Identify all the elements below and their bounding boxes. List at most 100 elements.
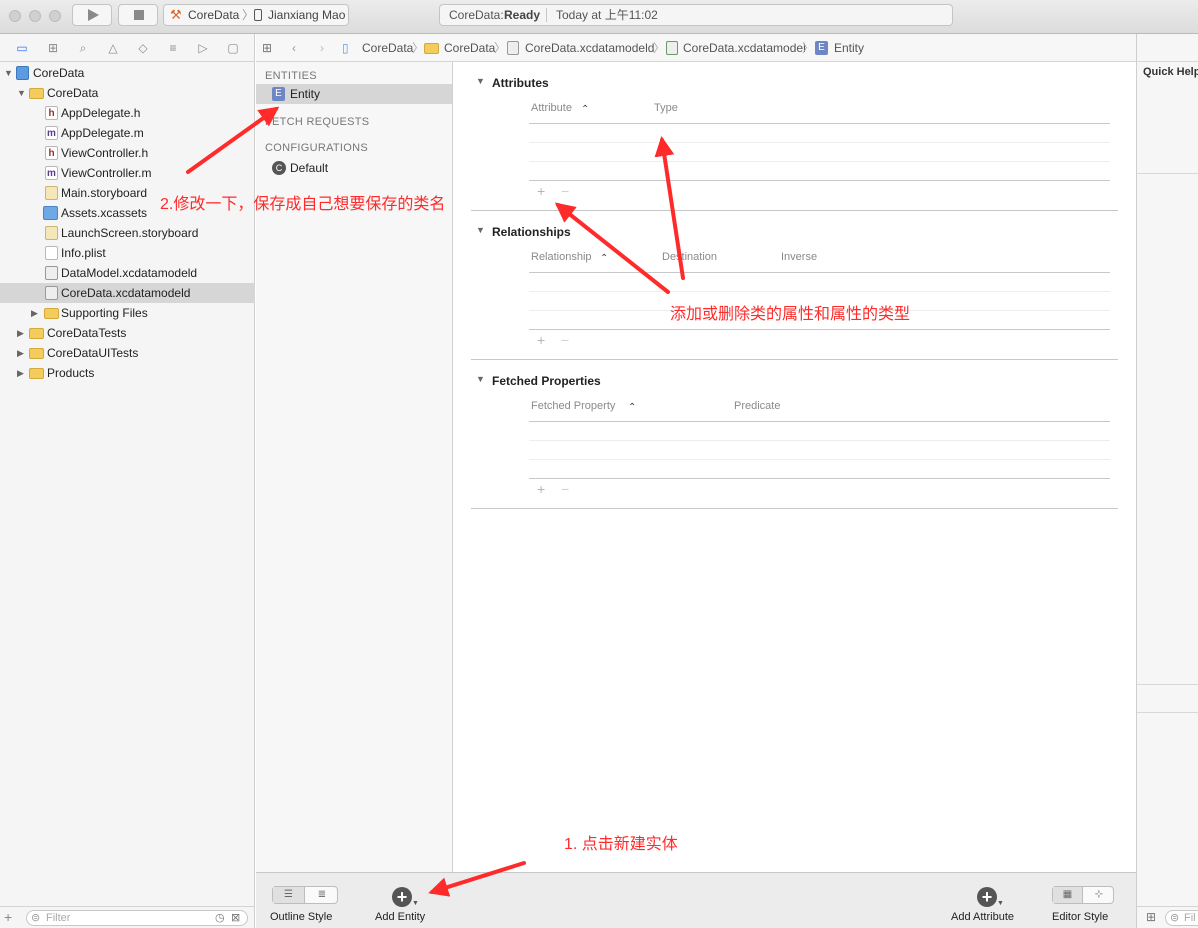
scheme-device-label: Jianxiang Mao (268, 8, 346, 22)
disclosure-closed-icon[interactable]: ▶ (17, 363, 27, 383)
zoom-window-button[interactable] (49, 10, 61, 22)
disclosure-open-icon[interactable]: ▼ (17, 83, 27, 103)
table-style-icon[interactable]: ☰ (273, 887, 305, 903)
configuration-row[interactable]: C Default (256, 158, 452, 178)
table-header-divider (529, 123, 1110, 124)
scheme-selector[interactable]: ⚒ CoreData 〉 Jianxiang Mao (163, 4, 349, 26)
chevron-right-icon: 〉 (242, 8, 255, 22)
attributes-section-title: Attributes (492, 76, 549, 90)
breadcrumb-item[interactable]: CoreData.xcdatamodel (683, 34, 806, 62)
breadcrumb-item[interactable]: CoreData (362, 34, 413, 62)
disclosure-open-icon[interactable]: ▼ (4, 63, 14, 83)
tree-item-label: Products (47, 366, 95, 380)
tree-item-group[interactable]: ▶ CoreDataUITests (0, 343, 255, 363)
disclosure-open-icon[interactable]: ▼ (476, 374, 485, 384)
breadcrumb-item[interactable]: CoreData (444, 34, 495, 62)
tree-item-file[interactable]: m AppDelegate.m (0, 123, 255, 143)
sort-ascending-icon: ⌃ (581, 104, 590, 115)
inverse-column-header[interactable]: Inverse (781, 251, 817, 263)
breadcrumb-item[interactable]: CoreData.xcdatamodeld (525, 34, 654, 62)
tree-item-project[interactable]: ▼ CoreData (0, 63, 255, 83)
outline-style-icon[interactable]: ≣ (306, 887, 338, 903)
table-row-divider (529, 440, 1110, 441)
add-attribute-label: Add Attribute (951, 911, 1014, 923)
forward-arrow-icon[interactable]: › (320, 34, 324, 62)
chevron-right-icon: 〉 (412, 41, 425, 55)
library-filter-field[interactable]: ⊜ Fil (1165, 910, 1198, 926)
stop-button[interactable] (118, 4, 158, 26)
back-arrow-icon[interactable]: ‹ (292, 34, 296, 62)
editor-style-toggle[interactable]: ▦ ⊹ (1052, 886, 1114, 904)
tree-item-file[interactable]: h AppDelegate.h (0, 103, 255, 123)
xcode-app-icon: ⚒ (170, 7, 182, 22)
grid-view-icon[interactable]: ⊞ (1146, 910, 1156, 924)
remove-fetched-property-minus-button[interactable]: − (561, 481, 569, 497)
inspector-divider (1137, 173, 1198, 174)
outline-style-toggle[interactable]: ☰ ≣ (272, 886, 338, 904)
fetched-property-column-header[interactable]: Fetched Property (531, 400, 615, 412)
play-icon (88, 9, 99, 21)
report-icon[interactable]: ▢ (225, 40, 241, 56)
tree-item-file[interactable]: h ViewController.h (0, 143, 255, 163)
entity-name: Entity (290, 87, 321, 101)
folder-icon (29, 328, 44, 339)
sort-ascending-icon: ⌃ (628, 402, 637, 413)
entity-row-selected[interactable]: E Entity (256, 84, 452, 104)
recent-files-icon[interactable]: ◷ (215, 911, 225, 924)
table-row-divider (529, 142, 1110, 143)
breadcrumb-item[interactable]: Entity (834, 34, 864, 62)
add-fetched-property-plus-button[interactable]: + (537, 481, 545, 497)
add-entity-button[interactable]: + (392, 887, 412, 907)
close-window-button[interactable] (9, 10, 21, 22)
minimize-window-button[interactable] (29, 10, 41, 22)
tree-item-group[interactable]: ▶ CoreDataTests (0, 323, 255, 343)
type-column-header[interactable]: Type (654, 102, 678, 114)
tree-item-file[interactable]: m ViewController.m (0, 163, 255, 183)
graph-editor-icon[interactable]: ⊹ (1084, 887, 1114, 903)
data-model-icon (45, 266, 58, 280)
status-project: CoreData: (449, 8, 504, 22)
breakpoint-icon[interactable]: ▷ (195, 40, 211, 56)
warning-icon[interactable]: △ (105, 40, 121, 56)
scm-filter-icon[interactable]: ⊠ (231, 911, 240, 924)
disclosure-closed-icon[interactable]: ▶ (17, 323, 27, 343)
annotation-attributes-note: 添加或删除类的属性和属性的类型 (670, 306, 911, 323)
tree-item-group[interactable]: ▼ CoreData (0, 83, 255, 103)
plist-icon (45, 246, 58, 260)
tree-item-file[interactable]: LaunchScreen.storyboard (0, 223, 255, 243)
add-relationship-plus-button[interactable]: + (537, 332, 545, 348)
tree-item-file-selected[interactable]: CoreData.xcdatamodeld (0, 283, 255, 303)
test-icon[interactable]: ◇ (135, 40, 151, 56)
predicate-column-header[interactable]: Predicate (734, 400, 780, 412)
navigator-filter-field[interactable]: ⊜ Filter ◷ ⊠ (26, 910, 248, 926)
disclosure-open-icon[interactable]: ▼ (476, 76, 485, 86)
header-file-icon: h (45, 146, 58, 160)
folder-navigator-icon[interactable]: ▭ (14, 40, 30, 56)
remove-relationship-minus-button[interactable]: − (561, 332, 569, 348)
run-button[interactable] (72, 4, 112, 26)
tree-item-group[interactable]: ▶ Supporting Files (0, 303, 255, 323)
attribute-column-header[interactable]: Attribute (531, 102, 572, 114)
table-bottom-divider (529, 180, 1110, 181)
destination-column-header[interactable]: Destination (662, 251, 717, 263)
tree-item-file[interactable]: Info.plist (0, 243, 255, 263)
relationship-column-header[interactable]: Relationship (531, 251, 592, 263)
utilities-inspector: Quick Help ⊞ ⊜ Fil (1136, 34, 1198, 928)
source-control-icon[interactable]: ⊞ (45, 40, 61, 56)
remove-attribute-minus-button[interactable]: − (561, 183, 569, 199)
table-editor-icon[interactable]: ▦ (1053, 887, 1083, 903)
sort-ascending-icon: ⌃ (600, 253, 609, 264)
search-icon[interactable]: ⌕ (75, 40, 91, 56)
add-attribute-button[interactable]: + (977, 887, 997, 907)
disclosure-open-icon[interactable]: ▼ (476, 225, 485, 235)
add-attribute-plus-button[interactable]: + (537, 183, 545, 199)
entity-icon: E (815, 41, 828, 55)
tree-item-file[interactable]: DataModel.xcdatamodeld (0, 263, 255, 283)
disclosure-closed-icon[interactable]: ▶ (31, 303, 41, 323)
related-items-icon[interactable]: ⊞ (262, 34, 272, 62)
disclosure-closed-icon[interactable]: ▶ (17, 343, 27, 363)
table-header-divider (529, 272, 1110, 273)
add-file-button[interactable]: + (4, 909, 12, 925)
tree-item-group[interactable]: ▶ Products (0, 363, 255, 383)
debug-icon[interactable]: ≡ (165, 40, 181, 56)
